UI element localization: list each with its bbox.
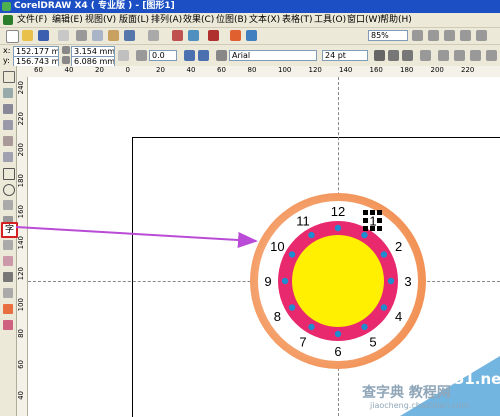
clock-drawing[interactable]: 121234567891011 [0, 0, 500, 416]
clock-number[interactable]: 6 [334, 344, 341, 359]
clock-yellow-center[interactable] [292, 235, 384, 327]
clock-number[interactable]: 4 [395, 309, 402, 324]
clock-hour-dot [308, 231, 315, 239]
clock-number[interactable]: 12 [331, 204, 345, 219]
clock-hour-dot [380, 304, 388, 311]
clock-hour-dot [334, 224, 342, 232]
clock-number[interactable]: 2 [395, 239, 402, 254]
annotation-arrow [15, 226, 258, 248]
clock-hour-dot [288, 251, 296, 258]
clock-hour-dot [361, 231, 368, 239]
clock-hour-dot [361, 323, 368, 331]
watermark-url: jiaocheng.chazidian.com [370, 401, 470, 410]
clock-number[interactable]: 10 [270, 239, 284, 254]
clock-hour-dot [380, 251, 388, 258]
clock-hour-dot [281, 277, 289, 285]
clock-number[interactable]: 9 [264, 274, 271, 289]
clock-number[interactable]: 5 [369, 335, 376, 350]
clock-hour-dot [308, 323, 315, 331]
clock-number[interactable]: 11 [296, 213, 310, 228]
clock-hour-dot [288, 304, 296, 311]
watermark-site-2: 查字典 教程网 [362, 385, 451, 401]
clock-number[interactable]: 7 [299, 335, 306, 350]
clock-hour-dot [334, 330, 342, 338]
clock-hour-dot [387, 277, 395, 285]
clock-number[interactable]: 3 [404, 274, 411, 289]
clock-number[interactable]: 8 [274, 309, 281, 324]
